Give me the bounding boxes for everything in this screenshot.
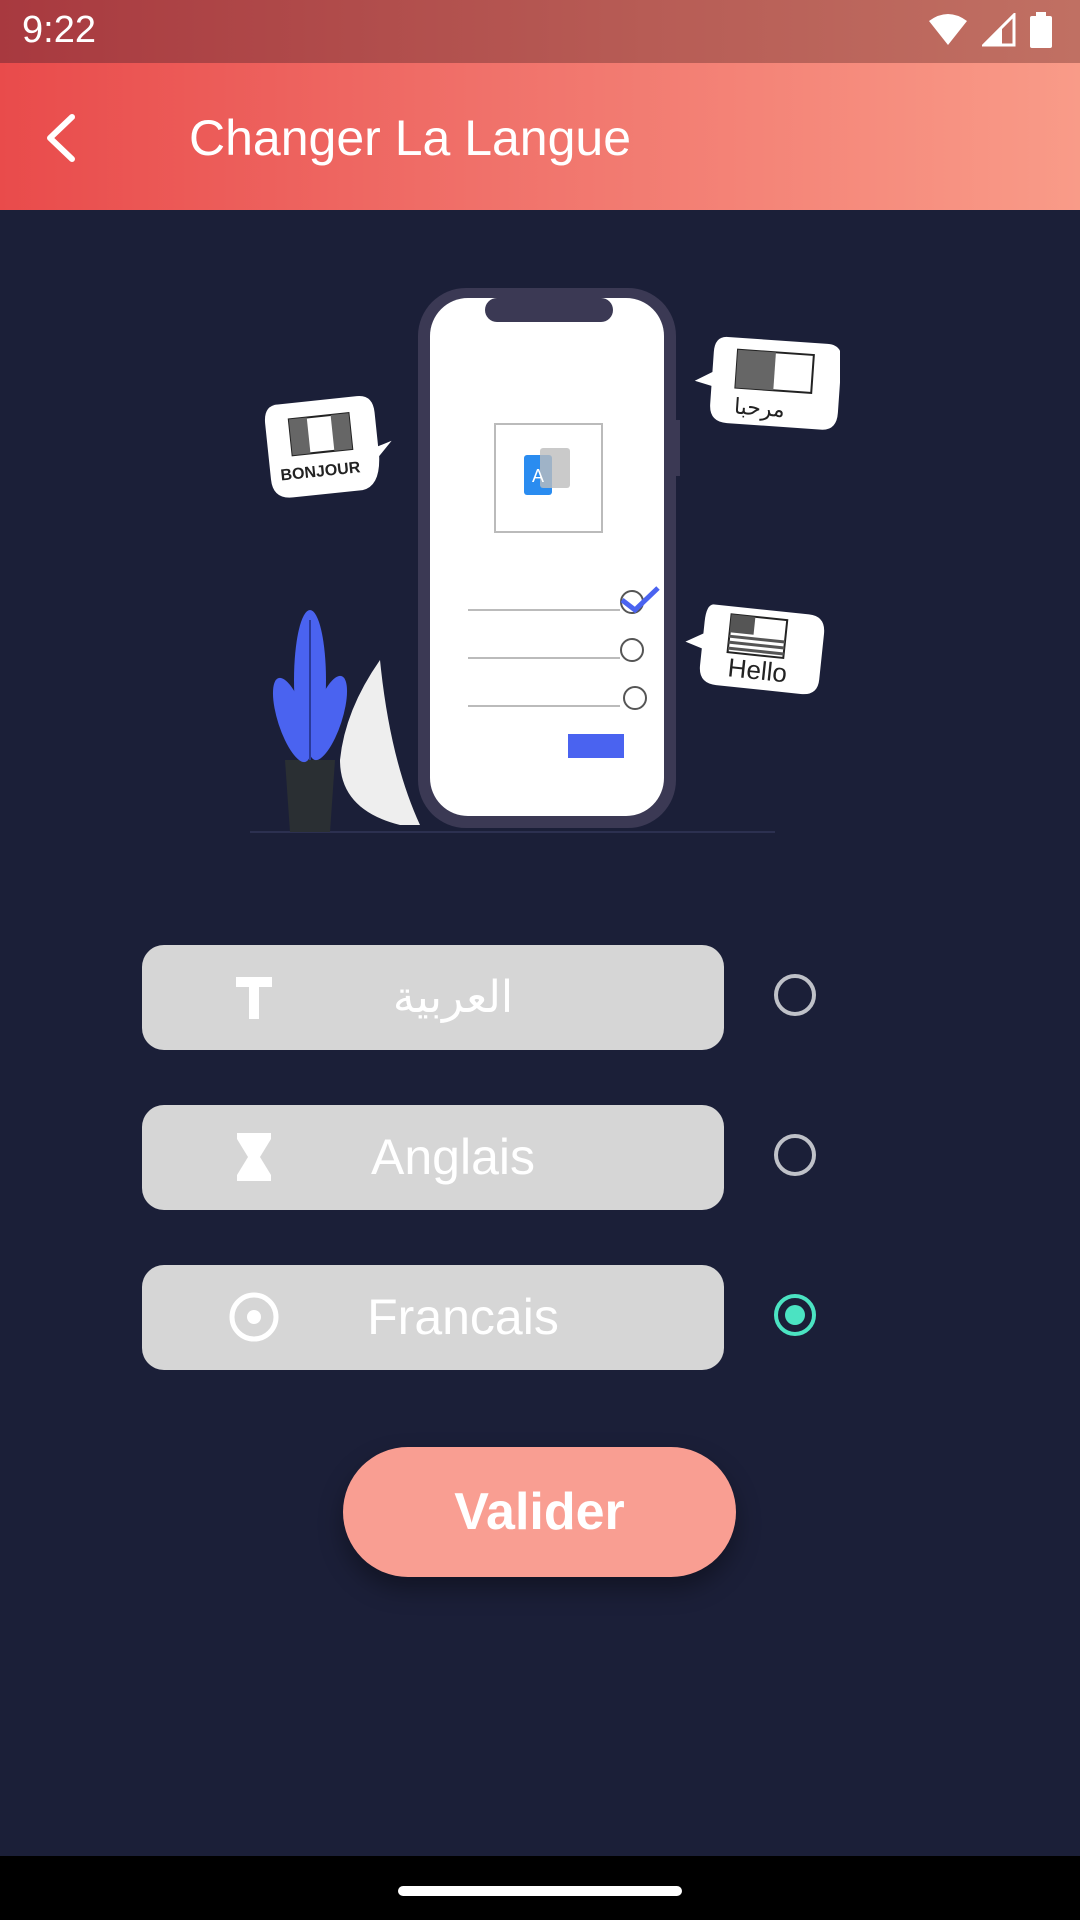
validate-button[interactable]: Valider xyxy=(343,1447,736,1577)
bubble-arabic: مرحبا xyxy=(694,336,840,430)
language-label-french: Francais xyxy=(367,1289,559,1345)
bubble-bonjour: BONJOUR xyxy=(264,396,392,498)
hourglass-icon xyxy=(237,1133,271,1181)
phone-illustration: A xyxy=(418,288,680,828)
page-title: Changer La Langue xyxy=(189,110,632,166)
status-time: 9:22 xyxy=(22,9,96,51)
navigation-bar xyxy=(0,1856,1080,1920)
home-gesture-handle[interactable] xyxy=(398,1886,682,1896)
wifi-icon xyxy=(929,14,967,45)
target-icon xyxy=(229,1292,279,1342)
app-bar: Changer La Langue xyxy=(0,63,1080,210)
chevron-left-icon xyxy=(47,114,75,162)
status-icons xyxy=(928,12,1052,48)
svg-text:A: A xyxy=(532,466,544,486)
language-option-arabic[interactable]: العربية xyxy=(142,945,1042,1050)
back-button[interactable] xyxy=(30,103,100,173)
language-illustration: A BONJOUR مرحبا Hello xyxy=(250,288,840,833)
language-label-arabic: العربية xyxy=(392,972,514,1023)
language-label-english: Anglais xyxy=(371,1129,535,1185)
status-bar: 9:22 xyxy=(0,0,1080,63)
language-radio-french[interactable] xyxy=(774,1294,816,1336)
language-option-english[interactable]: Anglais xyxy=(142,1105,1042,1210)
bubble-hello: Hello xyxy=(685,604,825,695)
plant-illustration xyxy=(272,610,348,832)
language-radio-arabic[interactable] xyxy=(774,974,816,1016)
battery-icon xyxy=(1030,12,1052,48)
cell-signal-icon xyxy=(982,13,1016,47)
language-card-english[interactable]: Anglais xyxy=(142,1105,724,1210)
language-card-french[interactable]: Francais xyxy=(142,1265,724,1370)
language-radio-english[interactable] xyxy=(774,1134,816,1176)
language-card-arabic[interactable]: العربية xyxy=(142,945,724,1050)
text-t-icon xyxy=(236,977,272,1019)
bubble-arabic-text: مرحبا xyxy=(733,395,785,423)
bubble-hello-text: Hello xyxy=(726,652,788,688)
leaf-illustration xyxy=(340,660,420,825)
language-option-french[interactable]: Francais xyxy=(142,1265,1042,1370)
